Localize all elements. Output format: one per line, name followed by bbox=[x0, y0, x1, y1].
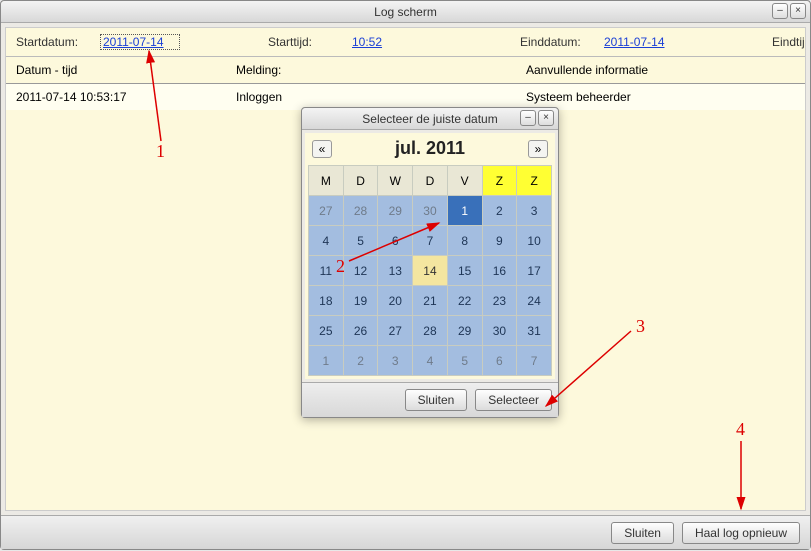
startdate-value[interactable]: 2011-07-14 bbox=[100, 34, 180, 50]
calendar-day[interactable]: 3 bbox=[517, 196, 552, 226]
calendar-day[interactable]: 26 bbox=[343, 316, 378, 346]
col-datetime: Datum - tijd bbox=[16, 63, 236, 77]
startdate-label: Startdatum: bbox=[16, 35, 96, 49]
calendar-dow: W bbox=[378, 166, 413, 196]
calendar-day[interactable]: 31 bbox=[517, 316, 552, 346]
calendar-day[interactable]: 17 bbox=[517, 256, 552, 286]
popup-close-button[interactable]: × bbox=[538, 110, 554, 126]
titlebar: Log scherm – × bbox=[1, 1, 810, 23]
date-picker-popup: Selecteer de juiste datum – × « jul. 201… bbox=[301, 107, 559, 418]
calendar-day[interactable]: 18 bbox=[309, 286, 344, 316]
calendar-day[interactable]: 6 bbox=[482, 346, 517, 376]
col-message: Melding: bbox=[236, 63, 526, 77]
footer: Sluiten Haal log opnieuw bbox=[1, 515, 810, 549]
enddate-label: Einddatum: bbox=[520, 35, 600, 49]
calendar-grid: MDWDVZZ 27282930123456789101112131415161… bbox=[308, 165, 552, 376]
prev-month-button[interactable]: « bbox=[312, 140, 332, 158]
calendar-dow: Z bbox=[517, 166, 552, 196]
enddate-value[interactable]: 2011-07-14 bbox=[604, 35, 684, 49]
starttime-label: Starttijd: bbox=[268, 35, 348, 49]
calendar-day[interactable]: 19 bbox=[343, 286, 378, 316]
calendar-day[interactable]: 12 bbox=[343, 256, 378, 286]
table-header: Datum - tijd Melding: Aanvullende inform… bbox=[6, 57, 805, 84]
calendar-day[interactable]: 2 bbox=[343, 346, 378, 376]
calendar-day[interactable]: 8 bbox=[447, 226, 482, 256]
popup-minimize-button[interactable]: – bbox=[520, 110, 536, 126]
calendar-day[interactable]: 27 bbox=[378, 316, 413, 346]
popup-title: Selecteer de juiste datum bbox=[362, 112, 497, 126]
calendar-day[interactable]: 21 bbox=[413, 286, 448, 316]
log-window: Log scherm – × Startdatum: 2011-07-14 St… bbox=[0, 0, 811, 550]
calendar-day[interactable]: 1 bbox=[447, 196, 482, 226]
calendar-dow: Z bbox=[482, 166, 517, 196]
calendar-day[interactable]: 30 bbox=[482, 316, 517, 346]
starttime-value[interactable]: 10:52 bbox=[352, 35, 432, 49]
calendar-nav: « jul. 2011 » bbox=[308, 136, 552, 165]
close-button[interactable]: × bbox=[790, 3, 806, 19]
cell-info: Systeem beheerder bbox=[526, 90, 795, 104]
calendar-day[interactable]: 6 bbox=[378, 226, 413, 256]
calendar-day[interactable]: 13 bbox=[378, 256, 413, 286]
cell-datetime: 2011-07-14 10:53:17 bbox=[16, 90, 236, 104]
calendar-day[interactable]: 10 bbox=[517, 226, 552, 256]
minimize-button[interactable]: – bbox=[772, 3, 788, 19]
popup-close-footer-button[interactable]: Sluiten bbox=[405, 389, 468, 411]
calendar-day[interactable]: 30 bbox=[413, 196, 448, 226]
calendar-day[interactable]: 1 bbox=[309, 346, 344, 376]
calendar-day[interactable]: 4 bbox=[413, 346, 448, 376]
endtime-label: Eindtijd: bbox=[772, 35, 806, 49]
calendar-day[interactable]: 4 bbox=[309, 226, 344, 256]
calendar-day[interactable]: 5 bbox=[447, 346, 482, 376]
col-info: Aanvullende informatie bbox=[526, 63, 795, 77]
calendar-day[interactable]: 25 bbox=[309, 316, 344, 346]
window-title: Log scherm bbox=[374, 5, 437, 19]
calendar-day[interactable]: 28 bbox=[413, 316, 448, 346]
calendar-day[interactable]: 9 bbox=[482, 226, 517, 256]
next-month-button[interactable]: » bbox=[528, 140, 548, 158]
popup-titlebar: Selecteer de juiste datum – × bbox=[302, 108, 558, 130]
calendar-day[interactable]: 29 bbox=[447, 316, 482, 346]
calendar-day[interactable]: 27 bbox=[309, 196, 344, 226]
calendar-day[interactable]: 3 bbox=[378, 346, 413, 376]
calendar-dow: M bbox=[309, 166, 344, 196]
popup-footer: Sluiten Selecteer bbox=[302, 382, 558, 417]
calendar-day[interactable]: 28 bbox=[343, 196, 378, 226]
reload-log-button[interactable]: Haal log opnieuw bbox=[682, 522, 800, 544]
calendar-day[interactable]: 20 bbox=[378, 286, 413, 316]
calendar-day[interactable]: 7 bbox=[517, 346, 552, 376]
close-footer-button[interactable]: Sluiten bbox=[611, 522, 674, 544]
calendar-dow: V bbox=[447, 166, 482, 196]
calendar-day[interactable]: 5 bbox=[343, 226, 378, 256]
calendar-day[interactable]: 16 bbox=[482, 256, 517, 286]
calendar-day[interactable]: 15 bbox=[447, 256, 482, 286]
calendar-dow: D bbox=[413, 166, 448, 196]
calendar-day[interactable]: 23 bbox=[482, 286, 517, 316]
calendar-day[interactable]: 2 bbox=[482, 196, 517, 226]
calendar-day[interactable]: 24 bbox=[517, 286, 552, 316]
calendar-day[interactable]: 11 bbox=[309, 256, 344, 286]
filter-row: Startdatum: 2011-07-14 Starttijd: 10:52 … bbox=[6, 28, 805, 57]
calendar-day[interactable]: 7 bbox=[413, 226, 448, 256]
calendar-day[interactable]: 14 bbox=[413, 256, 448, 286]
popup-select-button[interactable]: Selecteer bbox=[475, 389, 552, 411]
calendar-day[interactable]: 29 bbox=[378, 196, 413, 226]
cell-message: Inloggen bbox=[236, 90, 526, 104]
calendar-month-label: jul. 2011 bbox=[395, 138, 465, 159]
calendar-dow: D bbox=[343, 166, 378, 196]
popup-body: « jul. 2011 » MDWDVZZ 272829301234567891… bbox=[305, 133, 555, 379]
calendar-day[interactable]: 22 bbox=[447, 286, 482, 316]
